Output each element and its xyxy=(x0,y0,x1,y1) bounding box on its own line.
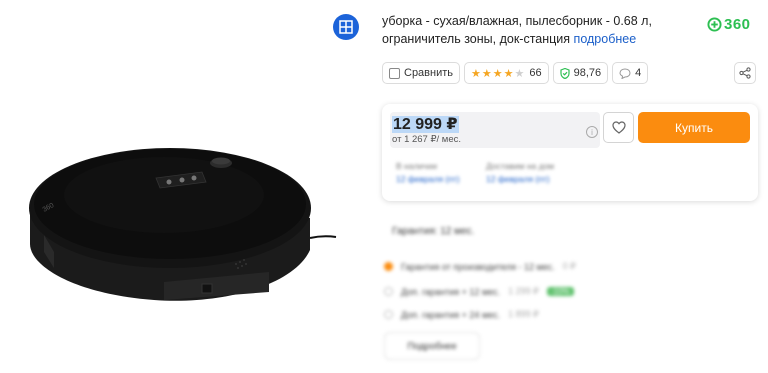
buy-button[interactable]: Купить xyxy=(638,112,750,143)
questions-count: 4 xyxy=(635,67,642,79)
product-image-robot-vacuum: 360 xyxy=(29,148,337,301)
warranty-radio-1[interactable] xyxy=(384,262,393,271)
warranty-title: Гарантия: 12 мес. xyxy=(392,226,475,237)
price-value: 12 999 ₽ xyxy=(392,116,459,133)
availability-store-date: 12 февраля (пт) xyxy=(396,174,460,184)
warranty-option-label: Гарантия от производителя - 12 мес. xyxy=(401,261,555,272)
wishlist-button[interactable] xyxy=(603,112,634,143)
reliability-value: 98,76 xyxy=(573,67,602,79)
warranty-option-label: Доп. гарантия + 24 мес. xyxy=(401,309,501,320)
share-icon xyxy=(739,67,751,79)
warranty-option-3[interactable]: Доп. гарантия + 24 мес. 1 899 ₽ xyxy=(384,309,539,320)
shield-check-icon xyxy=(559,67,570,79)
compare-button[interactable]: Сравнить xyxy=(382,62,461,84)
discount-badge: -10% xyxy=(546,287,574,296)
heart-icon xyxy=(611,121,626,134)
product-description: уборка - сухая/влажная, пылесборник - 0.… xyxy=(382,12,692,48)
availability-store[interactable]: В наличии 12 февраля (пт) xyxy=(396,160,460,186)
reliability-badge[interactable]: 98,76 xyxy=(552,62,609,84)
reviews-count: 66 xyxy=(529,67,542,79)
price-block: 12 999 ₽ от 1 267 ₽/ мес. i xyxy=(390,112,600,148)
warranty-option-price: 1 299 ₽ xyxy=(508,286,539,296)
compare-label: Сравнить xyxy=(404,67,454,79)
availability-delivery[interactable]: Доставим на дом 12 февраля (пт) xyxy=(486,160,554,186)
compare-checkbox[interactable] xyxy=(389,67,400,79)
warranty-option-1[interactable]: Гарантия от производителя - 12 мес. 0 ₽ xyxy=(384,261,576,272)
app-icon[interactable] xyxy=(333,14,359,40)
warranty-option-label: Доп. гарантия + 12 мес. xyxy=(401,286,501,297)
brand-logo[interactable]: 360 xyxy=(707,16,751,33)
warranty-radio-3[interactable] xyxy=(384,310,393,319)
brand-plus-icon xyxy=(707,17,722,32)
info-icon[interactable]: i xyxy=(586,126,598,138)
warranty-radio-2[interactable] xyxy=(384,287,393,296)
installment-price[interactable]: от 1 267 ₽/ мес. xyxy=(392,134,461,145)
share-button[interactable] xyxy=(734,62,756,84)
warranty-option-2[interactable]: Доп. гарантия + 12 мес. 1 299 ₽ -10% xyxy=(384,286,574,297)
rating-button[interactable]: ★★★★★ 66 xyxy=(464,62,549,84)
availability-delivery-label: Доставим на дом xyxy=(486,161,555,171)
grid-icon xyxy=(339,20,353,34)
rating-stars: ★★★★★ xyxy=(471,67,526,80)
action-bar: Сравнить ★★★★★ 66 98,76 4 xyxy=(382,62,649,84)
chat-icon xyxy=(619,67,631,79)
warranty-details-button[interactable]: Подробнее xyxy=(384,332,480,360)
questions-button[interactable]: 4 xyxy=(612,62,649,84)
availability-store-label: В наличии xyxy=(396,161,438,171)
price: 12 999 ₽ xyxy=(392,114,459,134)
price-card: 12 999 ₽ от 1 267 ₽/ мес. i Купить В нал… xyxy=(382,104,758,201)
more-link[interactable]: подробнее xyxy=(574,32,637,46)
brand-name: 360 xyxy=(724,16,751,33)
warranty-option-price: 0 ₽ xyxy=(562,261,576,271)
warranty-option-price: 1 899 ₽ xyxy=(508,309,539,319)
availability-delivery-date: 12 февраля (пт) xyxy=(486,174,550,184)
